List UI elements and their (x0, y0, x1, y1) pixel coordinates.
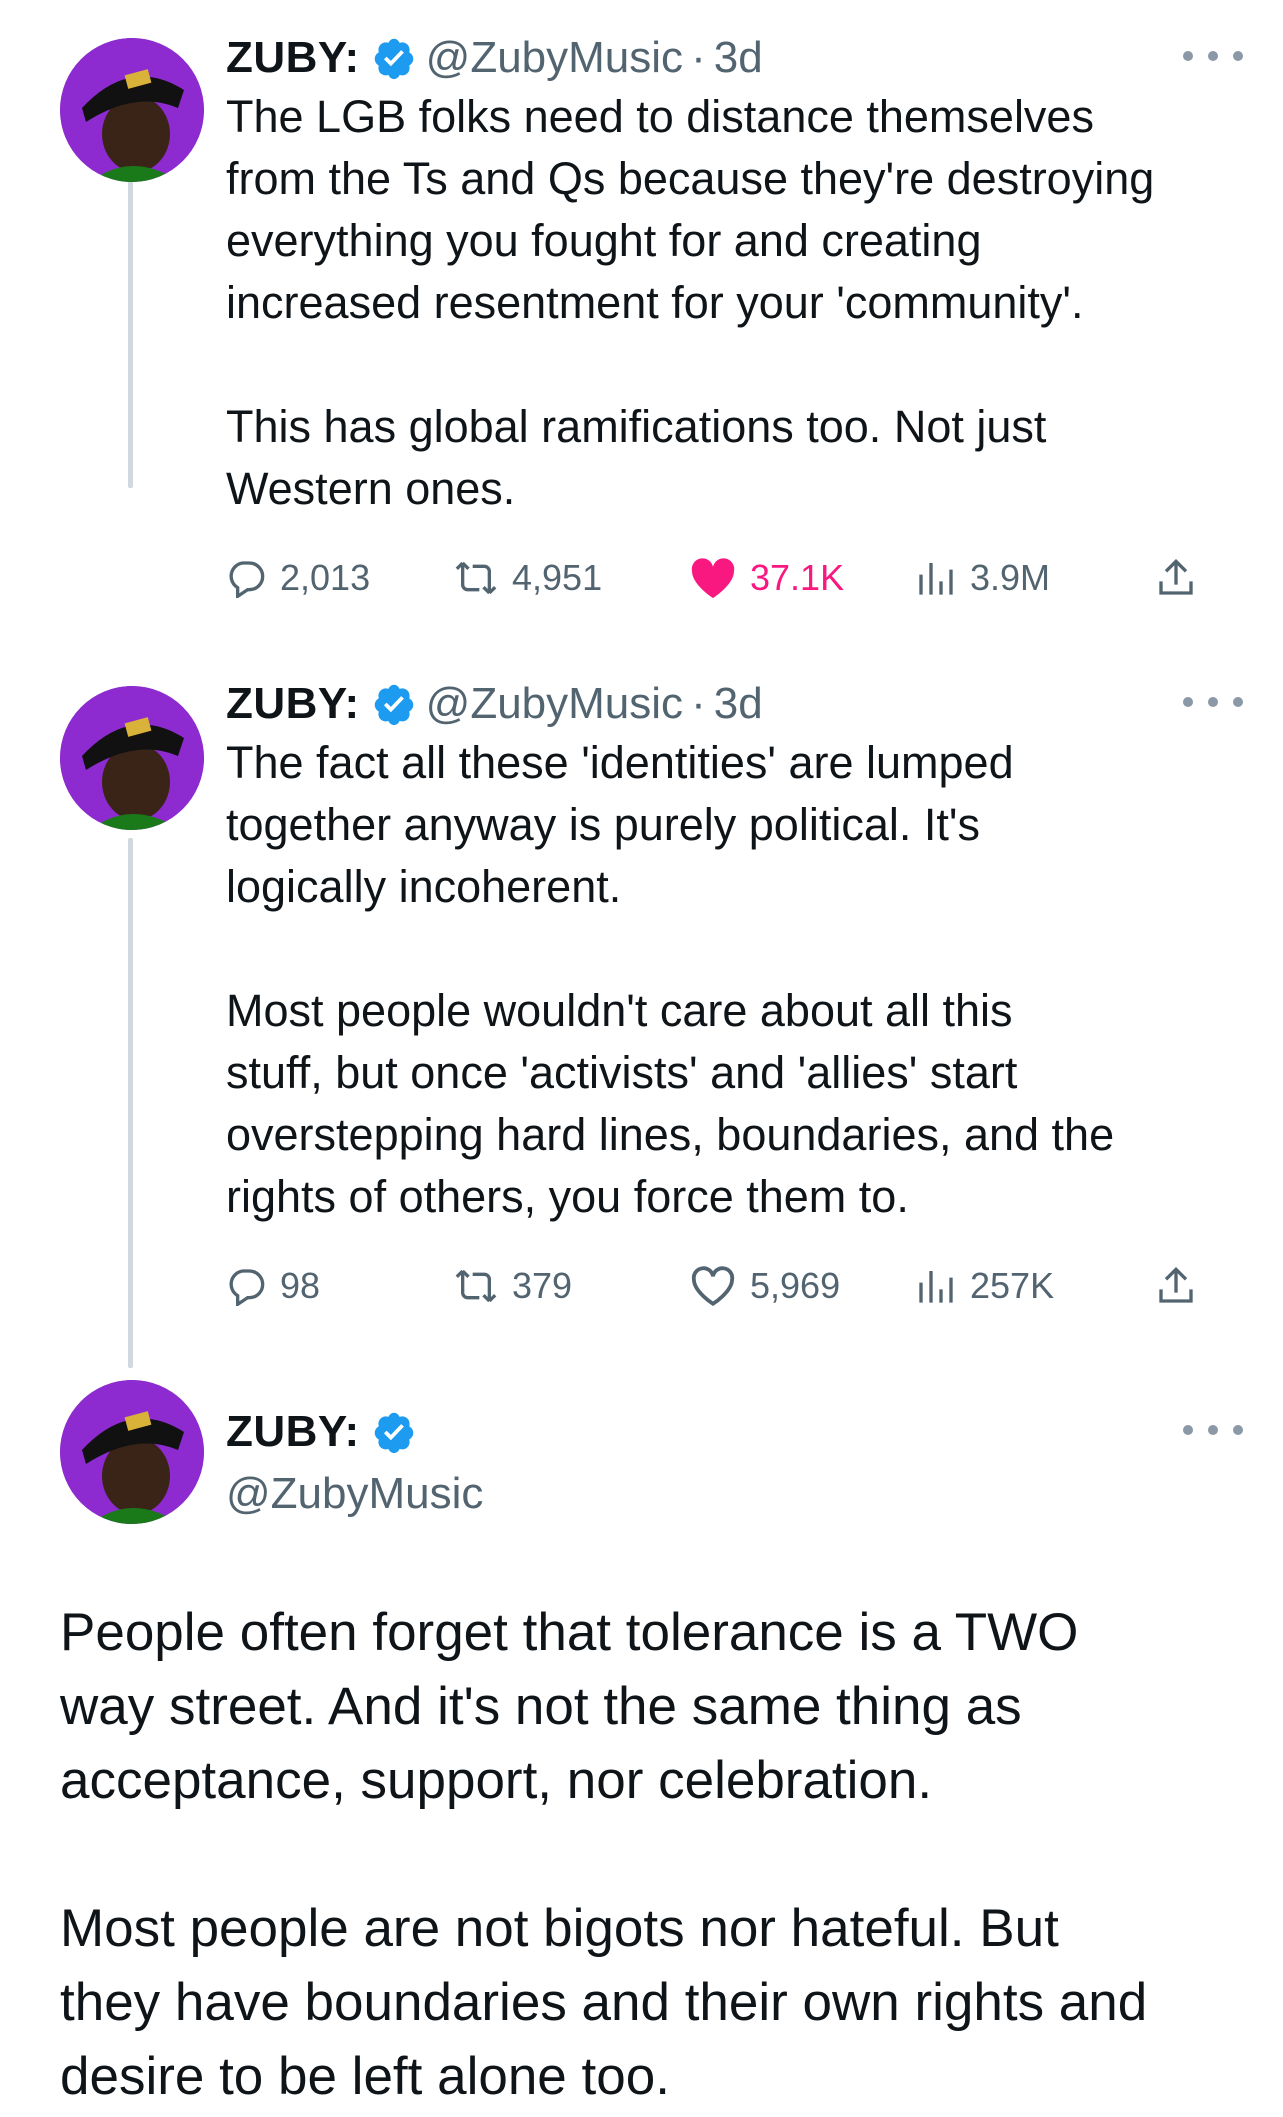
display-name[interactable]: ZUBY: (226, 1404, 360, 1460)
thread-line (128, 838, 133, 1368)
share-button[interactable] (1156, 1265, 1210, 1307)
verified-badge-icon (374, 38, 413, 80)
like-button[interactable]: 37.1K (690, 557, 844, 599)
reply-icon (229, 561, 265, 598)
tweet[interactable]: ZUBY: @ZubyMusic · 3d The LGB folks need… (226, 30, 1243, 599)
retweet-button[interactable]: 4,951 (454, 557, 602, 599)
views-button[interactable]: 3.9M (916, 557, 1050, 599)
retweet-button[interactable]: 379 (454, 1265, 572, 1307)
avatar[interactable] (60, 686, 204, 830)
reply-icon (229, 1269, 265, 1306)
retweet-count: 4,951 (512, 557, 603, 598)
tweet[interactable]: ZUBY: @ZubyMusic · 3d The fact all these… (226, 676, 1243, 1307)
views-button[interactable]: 257K (916, 1265, 1054, 1307)
separator: · (691, 33, 706, 82)
display-name[interactable]: ZUBY: (226, 30, 360, 86)
handle[interactable]: @ZubyMusic (426, 30, 683, 86)
like-button[interactable]: 5,969 (690, 1265, 840, 1307)
verified-badge-icon (374, 684, 413, 726)
tweet-text: The fact all these 'identities' are lump… (226, 737, 1115, 1222)
thread-line (128, 144, 133, 488)
reply-count: 98 (280, 1265, 321, 1306)
avatar[interactable] (60, 38, 204, 182)
retweet-icon (455, 1269, 497, 1303)
retweet-icon (455, 561, 497, 595)
heart-icon (691, 1266, 735, 1307)
reply-button[interactable]: 2,013 (226, 557, 370, 599)
display-name[interactable]: ZUBY: (226, 676, 360, 732)
view-count: 3.9M (970, 557, 1051, 598)
tweet-text: The LGB folks need to distance themselve… (226, 91, 1155, 514)
tweet-handle-row: @ZubyMusic (226, 1466, 1243, 1522)
handle[interactable]: @ZubyMusic (426, 676, 683, 732)
separator: · (691, 679, 706, 728)
heart-icon (691, 558, 735, 599)
retweet-count: 379 (512, 1265, 573, 1306)
more-icon[interactable] (1183, 1410, 1243, 1450)
views-icon (919, 1271, 953, 1303)
like-count: 37.1K (750, 557, 845, 598)
action-bar: 98 379 5,969 257K (226, 1256, 1243, 1316)
timestamp[interactable]: 3d (714, 30, 763, 86)
verified-badge-icon (374, 1412, 413, 1454)
view-count: 257K (970, 1265, 1055, 1306)
share-button[interactable] (1156, 557, 1210, 599)
action-bar: 2,013 4,951 37.1K 3.9M (226, 548, 1243, 608)
avatar[interactable] (60, 1380, 204, 1524)
tweet-header: ZUBY: @ZubyMusic · 3d (226, 676, 1243, 732)
more-icon[interactable] (1183, 36, 1243, 76)
handle[interactable]: @ZubyMusic (226, 1466, 483, 1522)
like-count: 5,969 (750, 1265, 841, 1306)
tweet-header: ZUBY: (226, 1404, 1243, 1460)
reply-button[interactable]: 98 (226, 1265, 320, 1307)
tweet-header: ZUBY: @ZubyMusic · 3d (226, 30, 1243, 86)
share-icon (1159, 1266, 1193, 1303)
more-icon[interactable] (1183, 682, 1243, 722)
reply-count: 2,013 (280, 557, 371, 598)
share-icon (1159, 558, 1193, 595)
views-icon (919, 563, 953, 595)
tweet[interactable]: ZUBY: @ZubyMusic (226, 1404, 1243, 1522)
timestamp[interactable]: 3d (714, 676, 763, 732)
tweet-text: People often forget that tolerance is a … (60, 1603, 1148, 2106)
